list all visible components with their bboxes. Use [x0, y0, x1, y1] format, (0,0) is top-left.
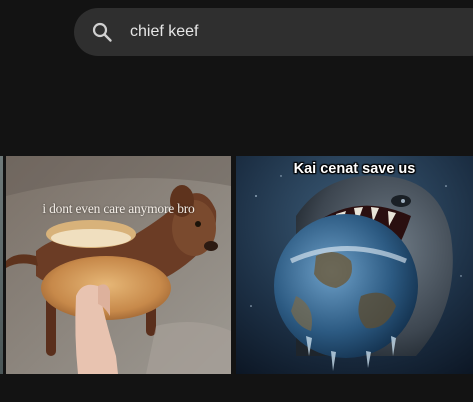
- result-image-kai-cenat[interactable]: Kai cenat save us: [236, 156, 473, 374]
- earth-monster-picture: [236, 156, 473, 374]
- search-bar[interactable]: chief keef: [74, 8, 473, 56]
- result-image-dog-hotdog[interactable]: i dont even care anymore bro: [6, 156, 231, 374]
- search-icon[interactable]: [91, 21, 113, 43]
- dog-caption: i dont even care anymore bro: [42, 201, 195, 216]
- kai-cenat-caption: Kai cenat save us: [293, 161, 416, 177]
- dog-hotdog-picture: [6, 156, 231, 374]
- search-input[interactable]: chief keef: [130, 22, 198, 42]
- partial-result-thumbnail[interactable]: [0, 156, 3, 374]
